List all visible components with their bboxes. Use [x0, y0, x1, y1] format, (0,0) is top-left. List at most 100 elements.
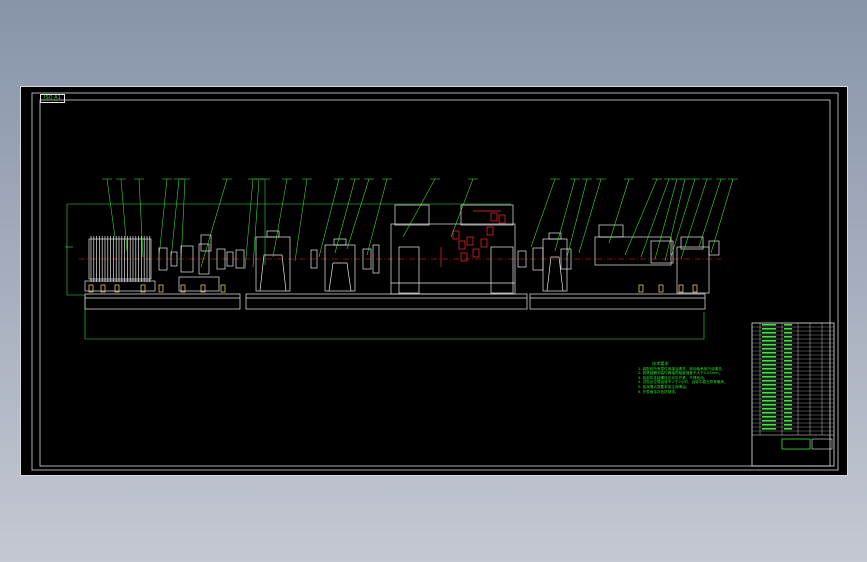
parts-list-entry: [762, 420, 776, 422]
gearbox-top-left: [394, 204, 430, 226]
anchor-bolt: [692, 284, 698, 293]
leader-line: [106, 178, 116, 238]
housing-body: [324, 244, 356, 292]
gear-mark: [458, 240, 466, 250]
leader-line: [158, 178, 168, 258]
leader-line: [180, 178, 186, 264]
parts-list-entry: [784, 332, 792, 334]
title-main-box: [781, 438, 811, 450]
note-line: 6. 外表面涂灰色防锈漆。: [638, 389, 679, 394]
parts-list-entry: [784, 416, 792, 418]
parts-list-entry: [784, 404, 792, 406]
parts-list-entry: [784, 360, 792, 362]
gearbox-leg: [398, 246, 420, 294]
leader-line: [654, 178, 678, 260]
left-motor: [84, 236, 156, 292]
gear-mark: [472, 248, 480, 258]
parts-list-entry: [762, 380, 776, 382]
components: [84, 204, 720, 295]
motor-foot: [84, 280, 156, 292]
housing-web: [259, 254, 287, 292]
parts-list-entry: [784, 424, 792, 426]
gear-mark: [460, 252, 468, 262]
parts-list-entry: [784, 396, 792, 398]
parts-list-entry: [784, 384, 792, 386]
leader-line: [578, 178, 602, 254]
parts-list-entry: [784, 356, 792, 358]
parts-list-entry: [784, 352, 792, 354]
gear-mark: [486, 226, 494, 236]
leader-line: [244, 178, 254, 270]
parts-list-entry: [762, 352, 776, 354]
parts-list-entry: [784, 388, 792, 390]
leader-line: [170, 178, 180, 260]
leader-line: [566, 178, 588, 258]
parts-list-entry: [784, 392, 792, 394]
gear-details: [440, 210, 506, 267]
drawing-canvas[interactable]: ISO A1 技术要求 1. 装配前所有零件用煤油清洗，滚动轴承用汽油清洗。 2…: [20, 86, 848, 476]
parts-list-entry: [784, 380, 792, 382]
gearbox-leg: [490, 246, 514, 294]
gear-mark: [466, 236, 474, 246]
leader-line: [334, 178, 356, 254]
parts-list-entry: [784, 368, 792, 370]
anchor-bolt: [638, 284, 644, 293]
leader-line: [554, 178, 576, 252]
anchor-bolt: [658, 284, 664, 293]
parts-list-entry: [762, 368, 776, 370]
parts-list-entry: [762, 340, 776, 342]
parts-list-entry: [762, 336, 776, 338]
support-housing: [255, 230, 291, 292]
leader-line: [200, 178, 228, 268]
anchor-bolt: [678, 284, 684, 293]
parts-list-entry: [762, 396, 776, 398]
parts-list-entry: [784, 372, 792, 374]
parts-list-entry: [784, 328, 792, 330]
load-flange: [650, 240, 674, 264]
parts-list-entry: [762, 344, 776, 346]
parts-list-entry: [762, 364, 776, 366]
title-block: [751, 322, 835, 467]
parts-list-entry: [762, 356, 776, 358]
parts-list-entry: [784, 428, 792, 430]
parts-list-entry: [784, 336, 792, 338]
leader-line: [366, 178, 388, 256]
housing-cap: [333, 238, 347, 246]
leader-line: [450, 178, 474, 238]
assembly-drawing: [31, 92, 839, 471]
leader-line: [640, 178, 670, 258]
gear-mark: [452, 230, 460, 240]
parts-list-entry: [762, 424, 776, 426]
parts-list-entry: [762, 360, 776, 362]
leader-line: [698, 178, 722, 248]
leader-line: [530, 178, 556, 248]
support-housing: [542, 232, 568, 292]
parts-list-entry: [762, 348, 776, 350]
gear-mark: [490, 212, 498, 222]
parts-list-entry: [762, 324, 776, 326]
anchor-bolt: [158, 284, 164, 293]
parts-list-entry: [784, 364, 792, 366]
housing-body: [542, 238, 568, 292]
gear-mark: [480, 238, 488, 248]
parts-list-entry: [762, 384, 776, 386]
support-housing: [324, 238, 356, 292]
parts-list-entry: [762, 412, 776, 414]
parts-list-entry: [762, 400, 776, 402]
gear-mark: [498, 214, 506, 224]
leader-line: [138, 178, 144, 258]
leader-line: [272, 178, 288, 258]
parts-list-entry: [762, 416, 776, 418]
parts-list-entry: [784, 408, 792, 410]
parts-list-entry: [784, 376, 792, 378]
parts-list-entry: [784, 348, 792, 350]
parts-list-entry: [762, 332, 776, 334]
base-frame: [84, 293, 706, 310]
parts-list-entry: [762, 408, 776, 410]
outer-border: [31, 92, 839, 471]
parts-list-entry: [762, 376, 776, 378]
leader-line: [402, 178, 436, 238]
dimension-lines: [65, 203, 705, 340]
leader-line: [624, 178, 658, 256]
parts-list-entry: [784, 344, 792, 346]
